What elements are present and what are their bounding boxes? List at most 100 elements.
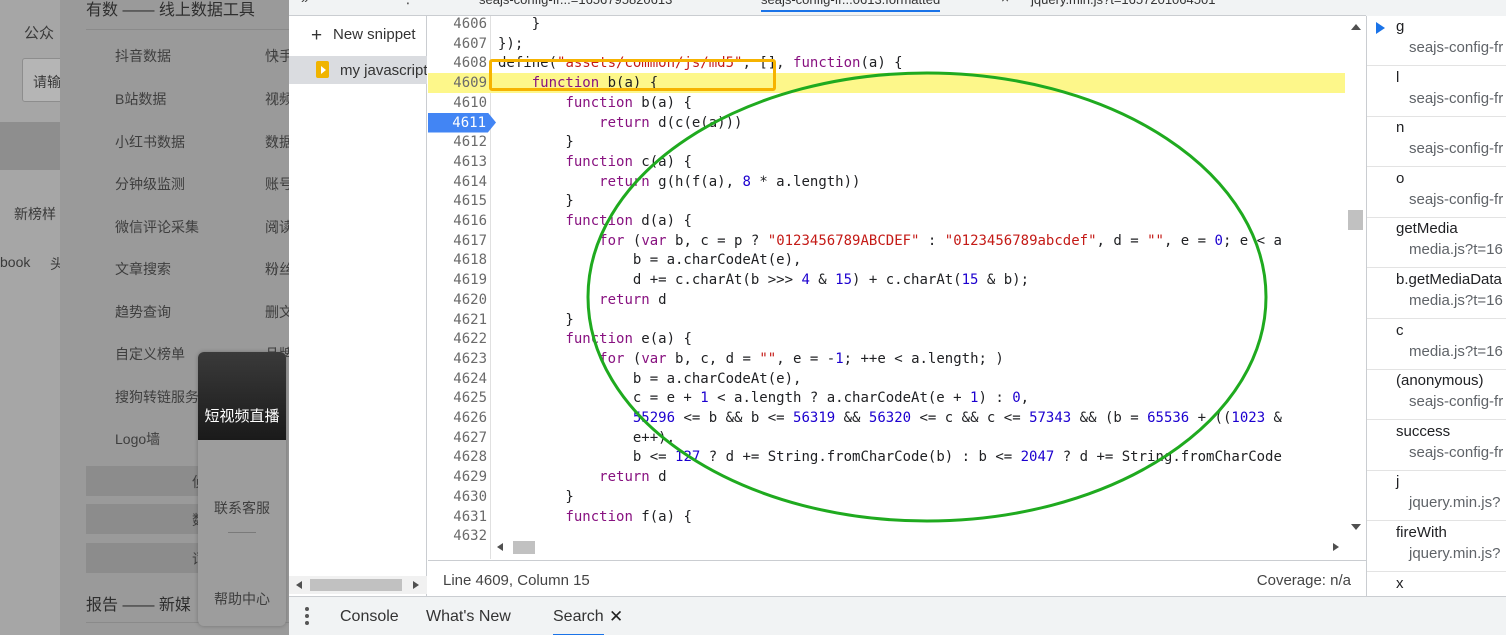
menu-item-2[interactable]: 小红书数据 (115, 132, 185, 152)
call-frame[interactable]: getMedia media.js?t=16 (1367, 217, 1506, 269)
tab-console[interactable]: Console (340, 608, 399, 626)
scroll-up-icon[interactable] (1351, 24, 1361, 30)
line-number[interactable]: 4607 (428, 34, 487, 54)
contact-service-button[interactable]: 联系客服 (198, 498, 286, 518)
tab-jquery[interactable]: jquery.min.js?t=1657201064501 (1031, 0, 1215, 12)
call-frame[interactable]: success seajs-config-fr (1367, 420, 1506, 471)
scroll-left-icon[interactable] (296, 581, 302, 589)
code-line[interactable]: 4627 e++), (428, 428, 1345, 448)
call-frame[interactable]: b.getMediaData media.js?t=16 (1367, 268, 1506, 319)
code-line[interactable]: 4620 return d (428, 290, 1345, 310)
menu-item-right-6[interactable]: 删文 (265, 302, 289, 322)
close-tab-icon[interactable]: × (1001, 0, 1009, 6)
scroll-down-icon[interactable] (1351, 524, 1361, 530)
snippet-name[interactable]: my javascript (340, 62, 427, 79)
scroll-right-icon[interactable] (413, 581, 419, 589)
close-search-tab-icon[interactable]: ✕ (609, 607, 623, 627)
code-line[interactable]: 4631 function f(a) { (428, 507, 1345, 527)
line-number[interactable]: 4631 (428, 507, 487, 527)
line-number[interactable]: 4620 (428, 290, 487, 310)
vertical-scroll-thumb[interactable] (1348, 210, 1363, 230)
code-line[interactable]: 4614 return g(h(f(a), 8 * a.length)) (428, 172, 1345, 192)
line-number[interactable]: 4613 (428, 152, 487, 172)
line-number[interactable]: 4624 (428, 369, 487, 389)
line-number[interactable]: 4617 (428, 231, 487, 251)
tab-whats-new[interactable]: What's New (426, 608, 511, 626)
code-line[interactable]: 4607}); (428, 34, 1345, 54)
line-number[interactable]: 4621 (428, 310, 487, 330)
code-line[interactable]: 4610 function b(a) { (428, 93, 1345, 113)
code-line[interactable]: 4622 function e(a) { (428, 329, 1345, 349)
code-line[interactable]: 4612 } (428, 132, 1345, 152)
line-number[interactable]: 4609 (428, 73, 487, 93)
code-line[interactable]: 4625 c = e + 1 < a.length ? a.charCodeAt… (428, 388, 1345, 408)
line-number[interactable]: 4625 (428, 388, 487, 408)
line-number[interactable]: 4630 (428, 487, 487, 507)
navigator-horizontal-scrollbar[interactable] (289, 576, 427, 594)
menu-item-0[interactable]: 抖音数据 (115, 46, 171, 66)
line-number[interactable]: 4622 (428, 329, 487, 349)
menu-item-right-0[interactable]: 快手 (265, 46, 289, 66)
menu-item-3[interactable]: 分钟级监测 (115, 174, 185, 194)
code-line[interactable]: 4615 } (428, 191, 1345, 211)
scroll-left-icon[interactable] (497, 543, 503, 551)
more-options-icon[interactable]: ⋮ (401, 0, 415, 7)
menu-item-right-3[interactable]: 账号 (265, 174, 289, 194)
menu-item-8[interactable]: 搜狗转链服务 (115, 387, 199, 407)
code-line[interactable]: 4616 function d(a) { (428, 211, 1345, 231)
line-number[interactable]: 4626 (428, 408, 487, 428)
line-number[interactable]: 4615 (428, 191, 487, 211)
new-snippet-button[interactable]: New snippet (333, 26, 416, 43)
menu-item-4[interactable]: 微信评论采集 (115, 217, 199, 237)
call-frame[interactable]: l seajs-config-fr (1367, 66, 1506, 117)
scroll-thumb[interactable] (310, 579, 402, 591)
menu-item-9[interactable]: Logo墙 (115, 429, 160, 449)
help-center-button[interactable]: 帮助中心 (198, 589, 286, 609)
call-frame[interactable]: x (1367, 572, 1506, 596)
line-number[interactable]: 4614 (428, 172, 487, 192)
call-frame[interactable]: c media.js?t=16 (1367, 319, 1506, 370)
code-line[interactable]: 4606 } (428, 16, 1345, 34)
tab-seajs-config[interactable]: seajs-config-fr...=1656795820613 (479, 0, 672, 12)
code-line[interactable]: 4619 d += c.charAt(b >>> 4 & 15) + c.cha… (428, 270, 1345, 290)
code-line[interactable]: 4618 b = a.charCodeAt(e), (428, 250, 1345, 270)
drawer-menu-icon[interactable] (305, 607, 309, 625)
call-frame[interactable]: (anonymous) seajs-config-fr (1367, 369, 1506, 421)
menu-item-right-5[interactable]: 粉丝 (265, 259, 289, 279)
code-line[interactable]: 4630 } (428, 487, 1345, 507)
code-line[interactable]: 4617 for (var b, c = p ? "0123456789ABCD… (428, 231, 1345, 251)
scroll-right-icon[interactable] (1333, 543, 1339, 551)
tab-search[interactable]: Search (553, 608, 604, 635)
code-line[interactable]: 4629 return d (428, 467, 1345, 487)
coverage-status[interactable]: Coverage: n/a (1257, 572, 1351, 589)
line-number[interactable]: 4618 (428, 250, 487, 270)
call-frame[interactable]: j jquery.min.js? (1367, 470, 1506, 522)
line-number[interactable]: 4616 (428, 211, 487, 231)
code-line[interactable]: 4621 } (428, 310, 1345, 330)
navigator-toggle-icon[interactable]: » (301, 0, 309, 6)
line-number[interactable]: 4612 (428, 132, 487, 152)
call-frame[interactable]: n seajs-config-fr (1367, 116, 1506, 168)
horizontal-scroll-thumb[interactable] (513, 541, 535, 554)
call-frame[interactable]: g seajs-config-fr (1367, 16, 1506, 66)
editor-vertical-scrollbar[interactable] (1345, 16, 1367, 536)
line-number[interactable]: 4608 (428, 53, 487, 73)
code-editor[interactable]: 4606 } 4607}); 4608 define("assets/common/j… (428, 16, 1345, 559)
code-line[interactable]: 4613 function c(a) { (428, 152, 1345, 172)
line-number[interactable]: 4627 (428, 428, 487, 448)
editor-horizontal-scrollbar[interactable] (491, 538, 1345, 556)
tab-seajs-config-formatted[interactable]: seajs-config-fr...0613.formatted (761, 0, 941, 12)
menu-item-1[interactable]: B站数据 (115, 89, 166, 109)
code-line[interactable]: 4626 55296 <= b && b <= 56319 && 56320 <… (428, 408, 1345, 428)
line-number[interactable]: 4632 (428, 526, 487, 546)
menu-item-7[interactable]: 自定义榜单 (115, 344, 185, 364)
line-number[interactable]: 4628 (428, 447, 487, 467)
menu-item-right-1[interactable]: 视频 (265, 89, 289, 109)
code-line[interactable]: 4624 b = a.charCodeAt(e), (428, 369, 1345, 389)
menu-item-5[interactable]: 文章搜索 (115, 259, 171, 279)
video-live-button[interactable]: 短视频直播 (198, 352, 286, 440)
line-number[interactable]: 4606 (428, 16, 487, 34)
line-number[interactable]: 4610 (428, 93, 487, 113)
menu-item-right-2[interactable]: 数据 (265, 132, 289, 152)
line-number[interactable]: 4629 (428, 467, 487, 487)
